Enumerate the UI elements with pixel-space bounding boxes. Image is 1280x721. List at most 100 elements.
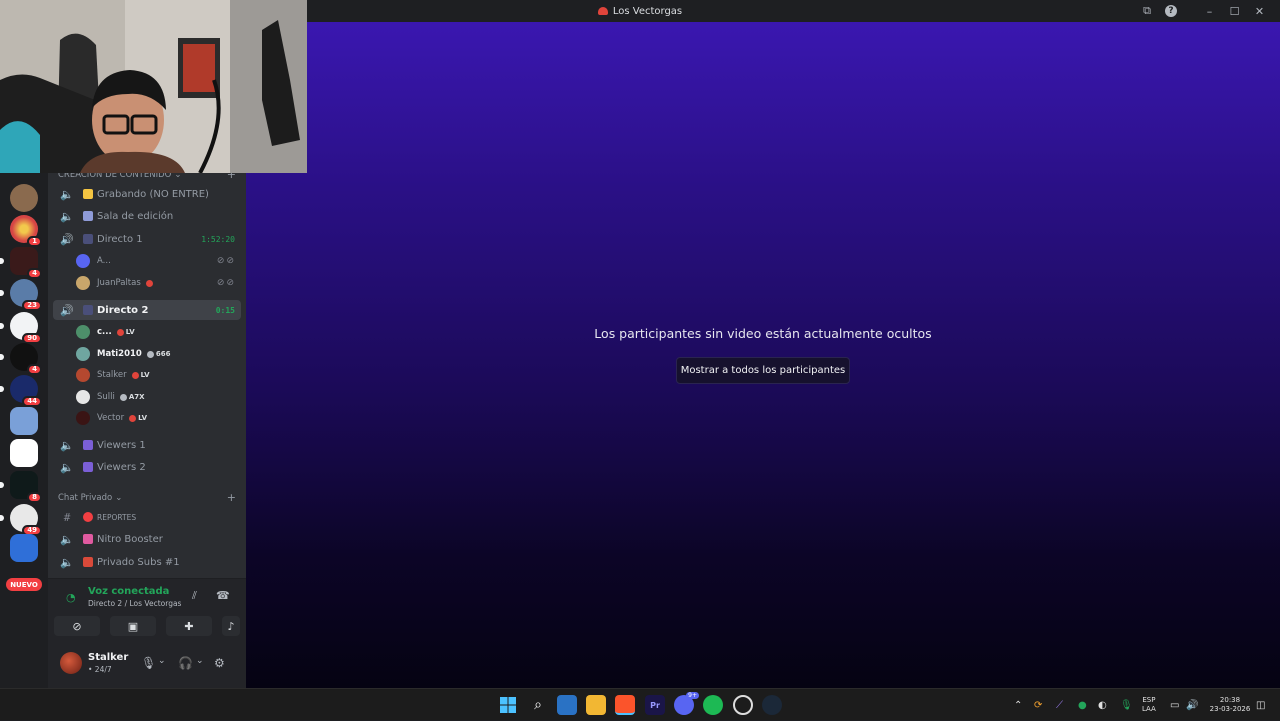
- muted-deafened-icon: ⊘⊘: [216, 256, 236, 266]
- close-button[interactable]: ✕: [1247, 0, 1272, 22]
- activities-button[interactable]: ✚: [166, 616, 212, 636]
- server-icon[interactable]: 4: [0, 343, 42, 375]
- minimize-button[interactable]: –: [1197, 0, 1222, 22]
- language-indicator[interactable]: ESP LAA: [1142, 689, 1156, 721]
- tag-icon: [119, 393, 127, 401]
- tray-overflow-icon[interactable]: ⌃: [1014, 689, 1022, 721]
- channel-viewers-2[interactable]: 🔈 Viewers 2: [53, 457, 241, 477]
- steam-tray-icon[interactable]: ◐: [1098, 689, 1107, 721]
- chevron-down-icon[interactable]: ⌄: [196, 656, 204, 666]
- voice-user[interactable]: Vector LV: [76, 408, 238, 428]
- voice-user[interactable]: Mati2010 666: [76, 344, 238, 364]
- channel-reportes[interactable]: # REPORTES: [53, 507, 241, 527]
- start-icon[interactable]: [498, 695, 518, 715]
- premiere-pro-icon[interactable]: Pr: [645, 695, 665, 715]
- sync-icon[interactable]: ⟳: [1034, 689, 1042, 721]
- camera-toggle-button[interactable]: ⊘: [54, 616, 100, 636]
- headphones-icon[interactable]: 🎧: [178, 656, 193, 670]
- server-icon[interactable]: [10, 407, 38, 435]
- show-all-participants-button[interactable]: Mostrar a todos los participantes: [676, 357, 850, 384]
- steam-icon[interactable]: [762, 695, 782, 715]
- tag-icon: [129, 414, 137, 422]
- tag-icon: [146, 350, 154, 358]
- unread-badge: 44: [22, 396, 42, 407]
- server-icon[interactable]: 49: [0, 504, 42, 536]
- microphone-icon[interactable]: 🎙: [141, 656, 156, 670]
- category-private[interactable]: Chat Privado ⌄: [58, 493, 122, 503]
- voice-user[interactable]: Stalker LV: [76, 365, 238, 385]
- new-unreads-badge[interactable]: NUEVO: [6, 578, 42, 591]
- layout-code: LAA: [1142, 705, 1156, 713]
- category-label: Chat Privado: [58, 493, 113, 503]
- channel-privado-subs[interactable]: 🔈 Privado Subs #1: [53, 552, 241, 572]
- gallery-app-icon[interactable]: [557, 695, 577, 715]
- user-name: Vector: [97, 413, 125, 423]
- voice-location[interactable]: Directo 2 / Los Vectorgas: [88, 599, 181, 608]
- help-button[interactable]: ?: [1159, 0, 1183, 22]
- obs-icon[interactable]: [733, 695, 753, 715]
- voice-user[interactable]: A... ⊘⊘: [76, 251, 238, 271]
- user-name[interactable]: Stalker: [88, 652, 128, 663]
- add-channel-icon[interactable]: +: [227, 491, 236, 504]
- avatar[interactable]: [60, 652, 82, 674]
- server-icon[interactable]: 8: [0, 471, 42, 503]
- user-tag: LV: [116, 328, 135, 336]
- screen-share-button[interactable]: ▣: [110, 616, 156, 636]
- avatar: [76, 411, 90, 425]
- signal-icon[interactable]: ◔: [66, 591, 76, 604]
- unread-badge: 4: [27, 364, 42, 375]
- channel-nitro-booster[interactable]: 🔈 Nitro Booster: [53, 529, 241, 549]
- brave-browser-icon[interactable]: [615, 695, 635, 715]
- inbox-icon[interactable]: ⧉: [1135, 0, 1159, 22]
- lang-code: ESP: [1142, 696, 1156, 704]
- server-icon[interactable]: [10, 184, 38, 212]
- avatar: [76, 347, 90, 361]
- user-tag: LV: [129, 414, 147, 422]
- server-icon[interactable]: [10, 439, 38, 467]
- voice-status[interactable]: Voz conectada: [88, 586, 169, 597]
- server-icon[interactable]: 90: [0, 312, 42, 344]
- network-icon[interactable]: ▭: [1170, 689, 1179, 721]
- maximize-button[interactable]: ☐: [1222, 0, 1247, 22]
- soundboard-button[interactable]: ♪: [222, 616, 240, 636]
- channel-viewers-1[interactable]: 🔈 Viewers 1: [53, 435, 241, 455]
- call-timer: 0:15: [215, 305, 235, 315]
- gear-icon[interactable]: ⚙: [214, 656, 225, 670]
- user-status[interactable]: • 24/7: [88, 665, 112, 674]
- voice-user[interactable]: Sulli A7X: [76, 387, 238, 407]
- server-icon[interactable]: 44: [0, 375, 42, 407]
- status-dot-icon[interactable]: ●: [1078, 689, 1087, 721]
- speaker-live-icon: 🔊: [60, 303, 74, 317]
- user-name: c...: [97, 327, 112, 337]
- screen-share-icon: ▣: [127, 619, 139, 633]
- search-icon[interactable]: ⌕: [528, 695, 548, 715]
- channel-directo-1[interactable]: 🔊 Directo 1 1:52:20: [53, 229, 241, 249]
- server-icon[interactable]: [10, 534, 38, 562]
- server-icon[interactable]: 1: [10, 215, 42, 247]
- volume-icon[interactable]: 🔊: [1186, 689, 1198, 721]
- unread-indicator: [0, 290, 4, 296]
- call-timer: 1:52:20: [201, 234, 235, 244]
- channel-grabando[interactable]: 🔈 Grabando (NO ENTRE): [53, 184, 241, 204]
- server-icon[interactable]: 23: [0, 279, 42, 311]
- channel-label: Nitro Booster: [97, 533, 163, 545]
- speaker-icon: 🔈: [60, 187, 74, 201]
- spotify-icon[interactable]: [703, 695, 723, 715]
- channel-directo-2[interactable]: 🔊 Directo 2 0:15: [53, 300, 241, 320]
- user-name: JuanPaltas: [97, 278, 141, 288]
- voice-user[interactable]: c... LV: [76, 322, 238, 342]
- clock[interactable]: 20:38 23-03-2026: [1208, 689, 1252, 721]
- file-explorer-icon[interactable]: [586, 695, 606, 715]
- server-icon[interactable]: 4: [0, 247, 42, 279]
- book-emoji-icon: [83, 557, 93, 567]
- feather-icon[interactable]: ⟋: [1056, 689, 1063, 721]
- channel-sala[interactable]: 🔈 Sala de edición: [53, 206, 241, 226]
- microphone-tray-icon[interactable]: 🎙: [1120, 689, 1133, 721]
- chevron-down-icon[interactable]: ⌄: [158, 656, 166, 666]
- disconnect-icon[interactable]: ☎: [216, 589, 230, 602]
- voice-user[interactable]: JuanPaltas ⊘⊘: [76, 273, 238, 293]
- notifications-icon[interactable]: ◫: [1256, 689, 1265, 721]
- discord-icon[interactable]: 9+: [674, 692, 699, 715]
- channel-label: Grabando (NO ENTRE): [97, 188, 209, 200]
- noise-suppression-icon[interactable]: ⫽: [192, 589, 197, 603]
